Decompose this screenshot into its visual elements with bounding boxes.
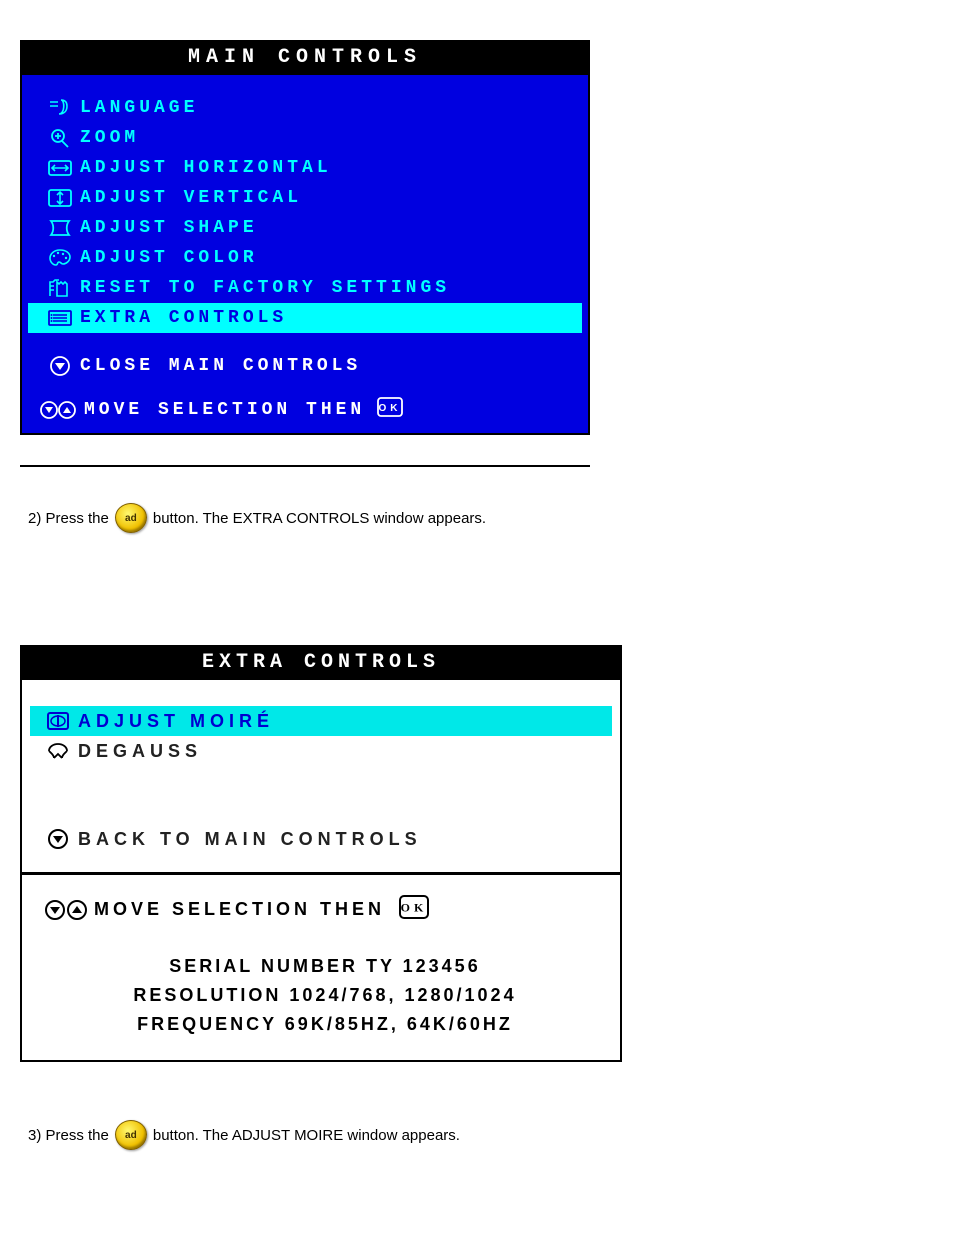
menu-item-vert[interactable]: ADJUST VERTICAL <box>28 183 582 213</box>
menu-item-horiz[interactable]: ADJUST HORIZONTAL <box>28 153 582 183</box>
extra-icon <box>40 308 80 328</box>
svg-text:OK: OK <box>379 403 402 414</box>
menu-item-language[interactable]: LANGUAGE <box>28 93 582 123</box>
menu-label: ADJUST VERTICAL <box>80 188 302 208</box>
menu-label: ZOOM <box>80 128 139 148</box>
footer-label: MOVE SELECTION THEN <box>94 899 385 920</box>
step-prefix: 2) Press the <box>28 510 109 527</box>
ok-box-icon: OK <box>377 397 403 423</box>
reset-icon <box>40 278 80 298</box>
menu-item-color[interactable]: ADJUST COLOR <box>28 243 582 273</box>
menu-label: ADJUST COLOR <box>80 248 258 268</box>
language-icon <box>40 98 80 118</box>
menu-item-degauss[interactable]: DEGAUSS <box>30 736 612 766</box>
main-menu: LANGUAGE ZOOM ADJUST HORIZONTAL ADJUST V… <box>22 75 588 385</box>
serial-number: SERIAL NUMBER TY 123456 <box>40 952 610 981</box>
close-label: CLOSE MAIN CONTROLS <box>80 356 361 376</box>
menu-label: LANGUAGE <box>80 98 198 118</box>
ok-box-icon: OK <box>399 895 429 924</box>
step-suffix: button. The EXTRA CONTROLS window appear… <box>153 510 486 527</box>
menu-item-reset[interactable]: RESET TO FACTORY SETTINGS <box>28 273 582 303</box>
menu-label: ADJUST SHAPE <box>80 218 258 238</box>
moire-icon <box>38 710 78 732</box>
zoom-icon <box>40 127 80 149</box>
menu-label: ADJUST MOIRÉ <box>78 711 274 732</box>
main-controls-panel: MAIN CONTROLS LANGUAGE ZOOM ADJUST HORIZ… <box>20 40 590 435</box>
vert-icon <box>40 188 80 208</box>
menu-item-zoom[interactable]: ZOOM <box>28 123 582 153</box>
menu-label: RESET TO FACTORY SETTINGS <box>80 278 450 298</box>
back-label: BACK TO MAIN CONTROLS <box>78 829 422 850</box>
step-2-text: 2) Press the ad button. The EXTRA CONTRO… <box>28 503 486 533</box>
down-arrow-icon <box>40 355 80 377</box>
menu-item-close[interactable]: CLOSE MAIN CONTROLS <box>28 351 582 381</box>
extra-title: EXTRA CONTROLS <box>22 647 620 680</box>
extra-controls-panel: EXTRA CONTROLS ADJUST MOIRÉ DEGAUSS BACK… <box>20 645 622 1062</box>
updown-arrows-icon <box>40 898 94 922</box>
step-suffix: button. The ADJUST MOIRE window appears. <box>153 1127 460 1144</box>
main-footer: MOVE SELECTION THEN OK <box>22 385 588 433</box>
frequency-info: FREQUENCY 69K/85HZ, 64K/60HZ <box>40 1010 610 1039</box>
ok-button-icon[interactable]: ad <box>115 503 147 533</box>
svg-text:OK: OK <box>401 901 428 915</box>
menu-label: ADJUST HORIZONTAL <box>80 158 332 178</box>
menu-item-back[interactable]: BACK TO MAIN CONTROLS <box>30 824 612 854</box>
main-title: MAIN CONTROLS <box>22 42 588 75</box>
menu-label: EXTRA CONTROLS <box>80 308 287 328</box>
device-info: SERIAL NUMBER TY 123456 RESOLUTION 1024/… <box>40 952 610 1038</box>
extra-footer: MOVE SELECTION THEN OK SERIAL NUMBER TY … <box>22 872 620 1060</box>
updown-arrows-icon <box>34 399 84 421</box>
horiz-icon <box>40 158 80 178</box>
degauss-icon <box>38 740 78 762</box>
shape-icon <box>40 218 80 238</box>
separator-rule <box>20 465 590 467</box>
menu-item-shape[interactable]: ADJUST SHAPE <box>28 213 582 243</box>
color-icon <box>40 248 80 268</box>
step-prefix: 3) Press the <box>28 1127 109 1144</box>
menu-label: DEGAUSS <box>78 741 202 762</box>
step-3-text: 3) Press the ad button. The ADJUST MOIRE… <box>28 1120 460 1150</box>
down-arrow-icon <box>38 827 78 851</box>
ok-button-icon[interactable]: ad <box>115 1120 147 1150</box>
footer-label: MOVE SELECTION THEN <box>84 400 365 420</box>
menu-item-extra[interactable]: EXTRA CONTROLS <box>28 303 582 333</box>
resolution-info: RESOLUTION 1024/768, 1280/1024 <box>40 981 610 1010</box>
menu-item-moire[interactable]: ADJUST MOIRÉ <box>30 706 612 736</box>
